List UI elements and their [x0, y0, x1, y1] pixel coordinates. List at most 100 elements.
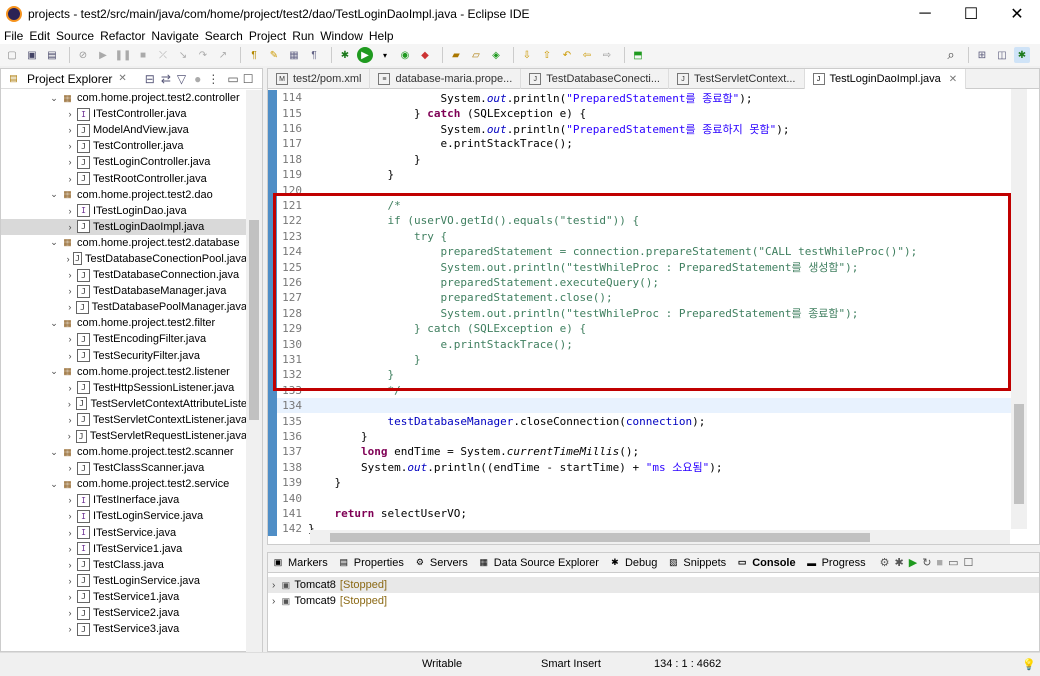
save-all-icon[interactable]: ▤	[44, 47, 60, 63]
panel-toolbar-icon[interactable]: ↻	[922, 556, 931, 569]
panel-toolbar-icon[interactable]: ☐	[963, 556, 973, 569]
menu-project[interactable]: Project	[249, 29, 286, 43]
collapse-chevron-icon[interactable]: ›	[65, 174, 75, 184]
panel-tab[interactable]: ▧ Snippets	[667, 557, 726, 569]
tree-file[interactable]: › J TestController.java	[1, 138, 247, 154]
expand-chevron-icon[interactable]: ⌄	[49, 366, 59, 377]
menu-source[interactable]: Source	[56, 29, 94, 43]
expand-chevron-icon[interactable]: ⌄	[49, 93, 59, 104]
maximize-button[interactable]: ☐	[948, 0, 994, 28]
collapse-chevron-icon[interactable]: ›	[65, 222, 75, 232]
debug-icon[interactable]: ✱	[337, 47, 353, 63]
code-line[interactable]: 140	[277, 490, 1025, 505]
skip-breakpoints-icon[interactable]: ⊘	[75, 47, 91, 63]
minimize-button[interactable]: ─	[902, 0, 948, 28]
tree-file[interactable]: › I ITestController.java	[1, 106, 247, 122]
suspend-icon[interactable]: ❚❚	[115, 47, 132, 63]
collapse-chevron-icon[interactable]: ›	[65, 431, 74, 441]
collapse-chevron-icon[interactable]: ›	[65, 528, 75, 538]
collapse-all-icon[interactable]: ⊟	[145, 72, 155, 86]
code-line[interactable]: 135 testDatabaseManager.closeConnection(…	[277, 413, 1025, 428]
tree-file[interactable]: › J ModelAndView.java	[1, 122, 247, 138]
expand-chevron-icon[interactable]: ⌄	[49, 189, 59, 200]
close-button[interactable]: ✕	[994, 0, 1040, 28]
code-line[interactable]: 119 }	[277, 167, 1025, 182]
new-icon[interactable]: ▢	[4, 47, 20, 63]
editor-tab[interactable]: J TestDatabaseConecti...	[521, 69, 669, 89]
expand-chevron-icon[interactable]: ⌄	[49, 447, 59, 458]
filter-icon[interactable]: ▽	[177, 72, 186, 86]
disconnect-icon[interactable]: ⤫	[155, 47, 171, 63]
close-tab-icon[interactable]: ✕	[949, 74, 957, 85]
collapse-chevron-icon[interactable]: ›	[65, 624, 75, 634]
collapse-chevron-icon[interactable]: ›	[65, 383, 75, 393]
code-line[interactable]: 118 }	[277, 152, 1025, 167]
collapse-chevron-icon[interactable]: ›	[65, 270, 75, 280]
editor-tab[interactable]: J TestServletContext...	[669, 69, 805, 89]
back-icon[interactable]: ⇦	[579, 47, 595, 63]
show-whitespace-icon[interactable]: ¶	[306, 47, 322, 63]
editor-tab[interactable]: ≡ database-maria.prope...	[370, 69, 522, 89]
tree-file[interactable]: › J TestService3.java	[1, 621, 247, 637]
panel-toolbar-icon[interactable]: ✱	[895, 556, 904, 569]
forward-icon[interactable]: ⇨	[599, 47, 615, 63]
tree-file[interactable]: › J TestServletContextListener.java	[1, 412, 247, 428]
code-line[interactable]: 138 System.out.println((endTime - startT…	[277, 460, 1025, 475]
tree-package[interactable]: ⌄ ▦ com.home.project.test2.database	[1, 235, 247, 251]
collapse-chevron-icon[interactable]: ›	[65, 608, 75, 618]
expand-chevron-icon[interactable]: ⌄	[49, 318, 59, 329]
panel-tab[interactable]: ▦ Data Source Explorer	[478, 557, 599, 569]
editor-tab[interactable]: Mtest2/pom.xml	[268, 69, 371, 89]
collapse-chevron-icon[interactable]: ›	[65, 254, 71, 264]
collapse-chevron-icon[interactable]: ›	[65, 415, 75, 425]
collapse-chevron-icon[interactable]: ›	[65, 576, 75, 586]
new-java-project-icon[interactable]: ▰	[448, 47, 464, 63]
tree-file[interactable]: › I ITestInerface.java	[1, 492, 247, 508]
code-line[interactable]: 139 }	[277, 475, 1025, 490]
code-line[interactable]: 115 } catch (SQLException e) {	[277, 105, 1025, 120]
tip-bulb-icon[interactable]: 💡	[1022, 658, 1036, 671]
collapse-chevron-icon[interactable]: ›	[65, 495, 75, 505]
toggle-mark-icon[interactable]: ¶	[246, 47, 262, 63]
resume-icon[interactable]: ▶	[95, 47, 111, 63]
panel-tab[interactable]: ▤ Properties	[338, 557, 403, 569]
tree-package[interactable]: ⌄ ▦ com.home.project.test2.service	[1, 476, 247, 492]
java-ee-perspective-icon[interactable]: ◫	[994, 47, 1010, 63]
tree-file[interactable]: › J TestServletRequestListener.java	[1, 428, 247, 444]
scrollbar-thumb[interactable]	[330, 533, 870, 542]
panel-toolbar-icon[interactable]: ⚙	[880, 556, 890, 569]
tree-file[interactable]: › J TestDatabaseConnection.java	[1, 267, 247, 283]
code-line[interactable]: 117 e.printStackTrace();	[277, 136, 1025, 151]
step-return-icon[interactable]: ↗	[215, 47, 231, 63]
project-explorer-scrollbar[interactable]	[246, 90, 262, 652]
search-icon[interactable]: ⌕	[943, 47, 959, 63]
pin-editor-icon[interactable]: ⬒	[630, 47, 646, 63]
collapse-chevron-icon[interactable]: ›	[65, 511, 75, 521]
expand-chevron-icon[interactable]: ›	[272, 596, 275, 607]
editor-horizontal-scrollbar[interactable]	[310, 530, 1010, 544]
focus-icon[interactable]: ●	[194, 72, 201, 86]
run-dropdown-icon[interactable]: ▾	[377, 47, 393, 63]
tree-file[interactable]: › J TestService2.java	[1, 605, 247, 621]
tree-file[interactable]: › I ITestService.java	[1, 525, 247, 541]
tree-package[interactable]: ⌄ ▦ com.home.project.test2.filter	[1, 315, 247, 331]
tree-file[interactable]: › I ITestLoginService.java	[1, 508, 247, 524]
menu-window[interactable]: Window	[320, 29, 363, 43]
next-annotation-icon[interactable]: ⇩	[519, 47, 535, 63]
collapse-chevron-icon[interactable]: ›	[65, 286, 75, 296]
collapse-chevron-icon[interactable]: ›	[65, 399, 74, 409]
expand-chevron-icon[interactable]: ⌄	[49, 237, 59, 248]
tree-file[interactable]: › J TestDatabasePoolManager.java	[1, 299, 247, 315]
panel-tab[interactable]: ▣ Markers	[272, 557, 328, 569]
panel-toolbar-icon[interactable]: ■	[936, 557, 943, 569]
collapse-chevron-icon[interactable]: ›	[65, 125, 75, 135]
prev-annotation-icon[interactable]: ⇧	[539, 47, 555, 63]
tree-file[interactable]: › J TestServletContextAttributeListe	[1, 396, 247, 412]
view-menu-icon[interactable]: ⋮	[207, 72, 219, 86]
code-line[interactable]: 136 }	[277, 429, 1025, 444]
code-line[interactable]: 114 System.out.println("PreparedStatemen…	[277, 90, 1025, 105]
tree-file[interactable]: › J TestLoginService.java	[1, 573, 247, 589]
link-editor-icon[interactable]: ⇄	[161, 72, 171, 86]
tree-file[interactable]: › J TestHttpSessionListener.java	[1, 380, 247, 396]
panel-tab[interactable]: ▬ Progress	[806, 557, 866, 569]
